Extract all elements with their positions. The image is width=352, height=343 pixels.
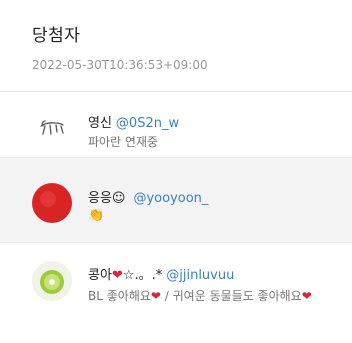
draw-timestamp: 2022-05-30T10:36:53+09:00 — [32, 58, 208, 72]
winner-handle[interactable]: @0S2n_w — [116, 116, 179, 131]
heart-icon: ❤ — [301, 289, 312, 303]
heart-icon: ❤ — [111, 268, 123, 283]
winner-name-suffix: ☆.。.* — [122, 268, 163, 283]
winners-panel: 당첨자 2022-05-30T10:36:53+09:00 영신 @0S2n_w … — [0, 0, 352, 343]
red-circle-avatar-icon — [33, 184, 71, 222]
winner-row[interactable]: 응응☺ @yooyoon_ 👏 — [0, 158, 352, 242]
winner-name: 영신 — [88, 116, 112, 131]
page-title: 당첨자 — [32, 26, 81, 46]
green-fruit-avatar-icon — [33, 262, 71, 300]
avatar[interactable] — [32, 106, 72, 146]
winner-handle[interactable]: @yooyoon_ — [133, 191, 208, 206]
winner-bio: 파아란 연재중 — [88, 135, 159, 149]
winner-bio-rest: / 귀여운 동물들도 좋아해요 — [160, 289, 302, 303]
winner-bio: BL 좋아해요 — [88, 289, 151, 303]
winner-name: 응응☺ — [88, 191, 126, 206]
avatar[interactable] — [32, 183, 72, 223]
winner-name: 콩아 — [88, 268, 112, 283]
winner-handle[interactable]: @jjinluvuu — [166, 268, 234, 283]
sketch-avatar-icon — [40, 120, 64, 135]
winner-row[interactable]: 콩아❤☆.。.* @jjinluvuu BL 좋아해요❤ / 귀여운 동물들도 좋… — [0, 243, 352, 318]
winner-row[interactable]: 영신 @0S2n_w 파아란 연재중 — [0, 92, 352, 157]
heart-icon: ❤ — [150, 289, 161, 303]
winner-bio: 👏 — [88, 208, 105, 223]
avatar[interactable] — [32, 261, 72, 301]
